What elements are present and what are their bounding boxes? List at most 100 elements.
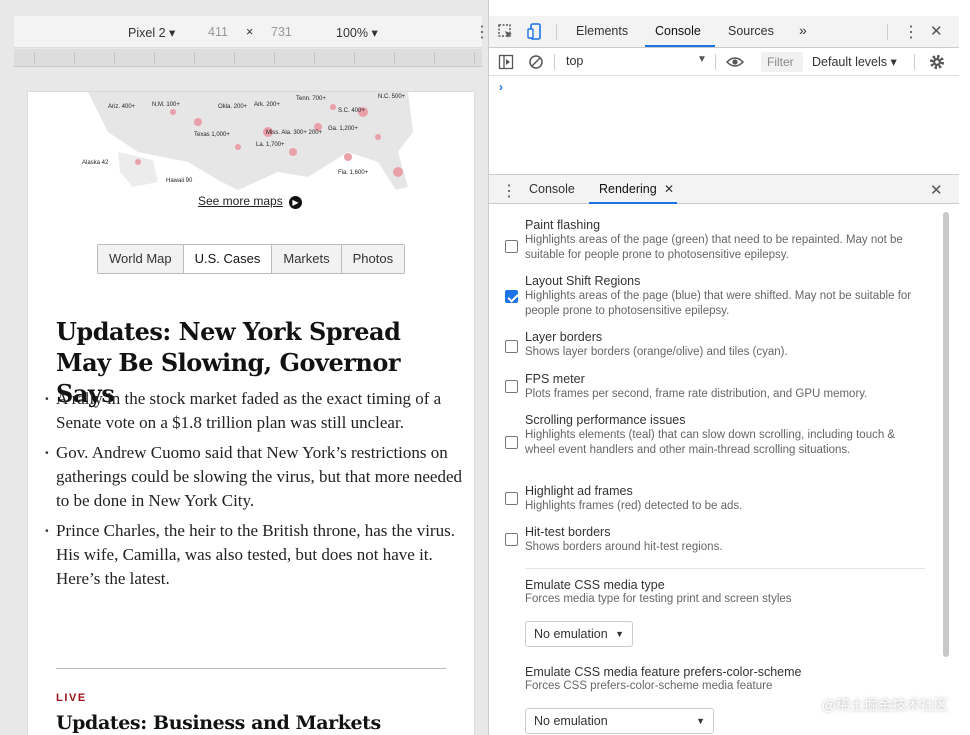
close-icon[interactable]: ✕ — [930, 22, 943, 40]
more-options-icon[interactable]: ⋮ — [474, 22, 488, 42]
drawer-menu-icon[interactable]: ⋮ — [501, 181, 517, 201]
width-field[interactable]: 411 — [208, 25, 228, 39]
option-title: Paint flashing — [525, 218, 601, 232]
tab-console[interactable]: Console — [655, 24, 701, 38]
device-select[interactable]: Pixel 2 ▾ — [128, 25, 175, 40]
bullet-item: Gov. Andrew Cuomo said that New York’s r… — [44, 441, 464, 513]
map-tabs: World Map U.S. Cases Markets Photos — [97, 244, 406, 274]
clear-console-icon[interactable] — [528, 54, 544, 70]
highlight-ad-frames-checkbox[interactable] — [505, 492, 518, 505]
ruler-tick — [234, 52, 235, 64]
tab-sources[interactable]: Sources — [728, 24, 774, 38]
chevron-down-icon: ▼ — [615, 629, 624, 639]
option-title: Scrolling performance issues — [525, 413, 686, 427]
divider — [56, 668, 446, 669]
us-map: Ariz. 400+ N.M. 100+ Okla. 200+ Ark. 200… — [82, 92, 413, 190]
context-select[interactable]: top — [566, 54, 583, 68]
emulated-viewport: Ariz. 400+ N.M. 100+ Okla. 200+ Ark. 200… — [28, 92, 474, 735]
ruler-tick — [394, 52, 395, 64]
media-type-section: Emulate CSS media type Forces media type… — [525, 578, 792, 605]
gear-icon[interactable] — [928, 53, 946, 71]
ruler-tick — [474, 52, 475, 64]
article-bullets: A rally in the stock market faded as the… — [44, 387, 464, 597]
option-description: Highlights elements (teal) that can slow… — [525, 429, 896, 456]
option-description: Shows layer borders (orange/olive) and t… — [525, 346, 788, 358]
console-prompt[interactable]: › — [499, 80, 503, 94]
option-title: Layer borders — [525, 330, 603, 344]
see-more-maps-link[interactable]: See more maps — [198, 194, 283, 208]
color-scheme-section: Emulate CSS media feature prefers-color-… — [525, 665, 802, 692]
map-label: Tenn. 700+ — [296, 96, 326, 102]
select-value: No emulation — [534, 627, 608, 641]
ruler-tick — [34, 52, 35, 64]
ruler-tick — [114, 52, 115, 64]
ruler-tick — [314, 52, 315, 64]
sidebar-toggle-icon[interactable] — [498, 54, 514, 70]
ruler-tick — [74, 52, 75, 64]
map-label: Alaska 42 — [82, 160, 109, 166]
ruler-tick — [274, 52, 275, 64]
scrolling-performance-checkbox[interactable] — [505, 436, 518, 449]
drawer-tabbar: ⋮ Console Rendering ✕ ✕ — [489, 174, 959, 204]
devtools-tabbar: Elements Console Sources » ⋮ ✕ — [489, 16, 959, 48]
hit-test-borders-checkbox[interactable] — [505, 533, 518, 546]
scrollbar[interactable] — [943, 212, 949, 657]
more-tabs-icon[interactable]: » — [799, 22, 807, 38]
media-type-select[interactable]: No emulation ▼ — [525, 621, 633, 647]
option-title: Highlight ad frames — [525, 484, 633, 498]
map-label: Fla. 1,600+ — [338, 170, 369, 176]
ruler-tick — [154, 52, 155, 64]
map-label: Hawaii 90 — [166, 178, 193, 184]
paint-flashing-checkbox[interactable] — [505, 240, 518, 253]
option-title: FPS meter — [525, 372, 585, 386]
chevron-down-icon[interactable]: ▼ — [697, 54, 707, 65]
eye-icon[interactable] — [726, 55, 744, 69]
console-toolbar: top ▼ Filter Default levels ▾ — [489, 48, 959, 76]
log-levels-select[interactable]: Default levels ▾ — [812, 54, 897, 69]
drawer-tab-console[interactable]: Console — [529, 182, 575, 196]
arrow-right-icon[interactable]: ▶ — [289, 196, 302, 209]
color-scheme-select[interactable]: No emulation ▼ — [525, 708, 714, 734]
tab-us-cases[interactable]: U.S. Cases — [183, 245, 273, 273]
layer-borders-checkbox[interactable] — [505, 340, 518, 353]
watermark: @稀土掘金技术社区 — [821, 697, 948, 713]
inspect-element-icon[interactable] — [498, 24, 514, 40]
select-value: No emulation — [534, 714, 608, 728]
section-title: Emulate CSS media feature prefers-color-… — [525, 665, 802, 679]
tab-photos[interactable]: Photos — [341, 245, 405, 273]
filter-input[interactable]: Filter — [761, 52, 803, 72]
map-label: Miss. Ala. 300+ 200+ — [266, 130, 323, 136]
kebab-menu-icon[interactable]: ⋮ — [903, 22, 919, 42]
ruler-tick — [434, 52, 435, 64]
close-tab-icon[interactable]: ✕ — [664, 182, 674, 196]
rendering-panel: Paint flashing Highlights areas of the p… — [489, 206, 959, 735]
zoom-select[interactable]: 100% ▾ — [336, 25, 378, 40]
option-description: Shows borders around hit-test regions. — [525, 541, 723, 553]
tab-markets[interactable]: Markets — [272, 245, 342, 273]
option-title: Hit-test borders — [525, 525, 611, 539]
option-description: Highlights areas of the page (green) tha… — [525, 234, 903, 261]
tab-world-map[interactable]: World Map — [98, 245, 184, 273]
close-drawer-icon[interactable]: ✕ — [930, 181, 943, 199]
height-field[interactable]: 731 — [271, 25, 292, 39]
tab-elements[interactable]: Elements — [576, 24, 628, 38]
map-label: Okla. 200+ — [218, 104, 248, 110]
ruler-tick — [194, 52, 195, 64]
fps-meter-checkbox[interactable] — [505, 380, 518, 393]
chevron-down-icon: ▼ — [696, 716, 705, 726]
map-label: N.C. 500+ — [378, 94, 406, 100]
section-description: Forces media type for testing print and … — [525, 593, 792, 605]
devtools-panel: Elements Console Sources » ⋮ ✕ top ▼ Fil… — [488, 0, 970, 735]
section-description: Forces CSS prefers-color-scheme media fe… — [525, 680, 773, 692]
section-title: Emulate CSS media type — [525, 578, 665, 592]
option-description: Highlights areas of the page (blue) that… — [525, 290, 912, 317]
layout-shift-regions-checkbox[interactable] — [505, 290, 518, 303]
drawer-tab-rendering[interactable]: Rendering — [599, 182, 657, 196]
device-toggle-icon[interactable] — [527, 23, 543, 41]
map-label: La. 1,700+ — [256, 142, 285, 148]
ruler-tick — [354, 52, 355, 64]
map-label: Ariz. 400+ — [108, 104, 136, 110]
second-headline[interactable]: Updates: Business and Markets — [56, 712, 381, 734]
option-description: Highlights frames (red) detected to be a… — [525, 500, 743, 512]
bullet-item: Prince Charles, the heir to the British … — [44, 519, 464, 591]
